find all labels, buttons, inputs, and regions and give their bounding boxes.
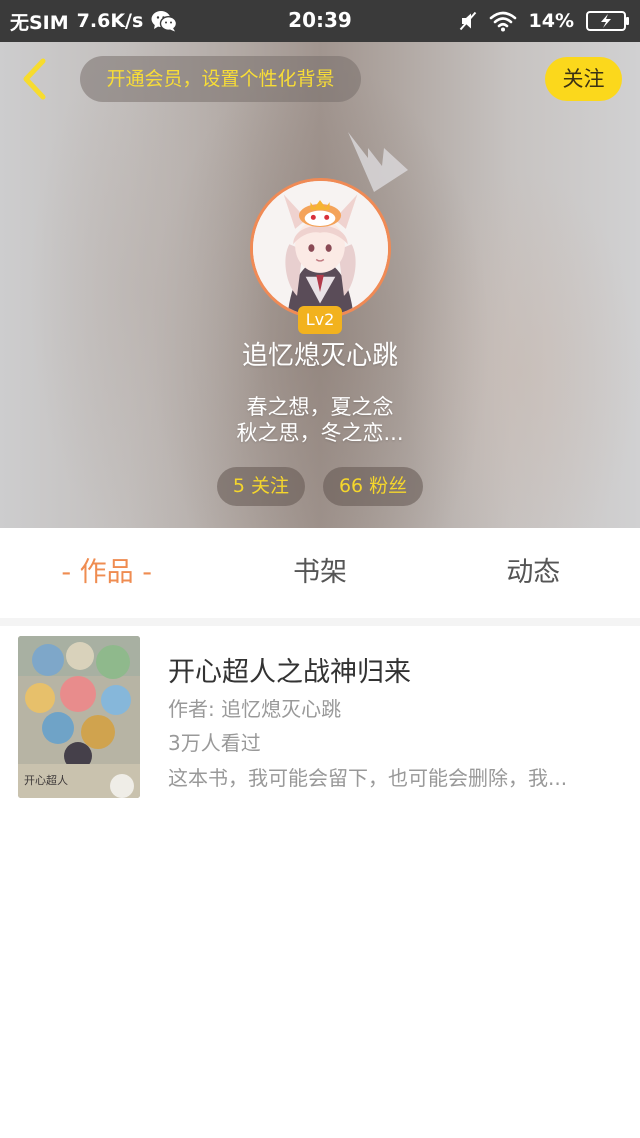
status-left: 无SIM 7.6K/s xyxy=(10,8,178,34)
tab-activity[interactable]: 动态 xyxy=(427,528,640,618)
tab-bar: - 作品 - 书架 动态 xyxy=(0,528,640,618)
network-speed: 7.6K/s xyxy=(76,10,144,32)
battery-percent: 14% xyxy=(528,10,574,32)
mute-icon xyxy=(459,11,476,31)
tab-works[interactable]: - 作品 - xyxy=(0,528,213,618)
work-author: 作者: 追忆熄灭心跳 xyxy=(168,697,342,721)
username: 追忆熄灭心跳 xyxy=(241,341,398,371)
follow-button[interactable]: 关注 xyxy=(545,57,622,101)
profile-header: 开通会员，设置个性化背景 关注 Lv2 追忆熄灭心跳 春之想，夏之念 秋之思，冬… xyxy=(0,42,640,528)
book-cover-illustration: 开心超人 xyxy=(18,636,140,798)
profile-page: 无SIM 7.6K/s 20:39 14% 开通会员，设置个性化背景 关注 Lv… xyxy=(0,0,640,1138)
work-title: 开心超人之战神归来 xyxy=(168,657,411,688)
section-divider xyxy=(0,618,640,626)
wechat-icon xyxy=(151,11,178,32)
followers-count[interactable]: 66 粉丝 xyxy=(322,467,424,506)
stats-row: 5 关注 66 粉丝 xyxy=(0,467,640,506)
book-cover[interactable]: 开心超人 xyxy=(18,636,140,798)
bio-line-1: 春之想，夏之念 xyxy=(246,395,394,419)
list-item[interactable]: 开心超人 开心超人之战神归来 作者: 追忆熄灭心跳 3万人看过 这本书，我可能会… xyxy=(10,626,630,806)
avatar[interactable] xyxy=(250,178,391,319)
following-count[interactable]: 5 关注 xyxy=(216,467,305,506)
tab-bookshelf[interactable]: 书架 xyxy=(213,528,426,618)
avatar-illustration xyxy=(253,181,388,316)
status-right: 14% xyxy=(459,8,630,34)
bio-line-2: 秋之思，冬之恋... xyxy=(236,421,404,445)
battery-charging-icon xyxy=(586,11,629,31)
vip-banner[interactable]: 开通会员，设置个性化背景 xyxy=(80,56,361,102)
carrier-text: 无SIM xyxy=(10,11,69,34)
status-bar: 无SIM 7.6K/s 20:39 14% xyxy=(0,0,640,42)
wifi-icon xyxy=(489,11,516,32)
work-views: 3万人看过 xyxy=(168,731,261,755)
work-description: 这本书，我可能会留下，也可能会删除，我... xyxy=(168,766,568,790)
bio: 春之想，夏之念 秋之思，冬之恋... xyxy=(0,394,640,446)
svg-text:开心超人: 开心超人 xyxy=(24,773,68,787)
level-badge: Lv2 xyxy=(298,306,342,334)
back-button[interactable] xyxy=(14,56,54,102)
back-arrow-icon xyxy=(23,58,46,100)
works-list: 开心超人 开心超人之战神归来 作者: 追忆熄灭心跳 3万人看过 这本书，我可能会… xyxy=(0,626,640,806)
